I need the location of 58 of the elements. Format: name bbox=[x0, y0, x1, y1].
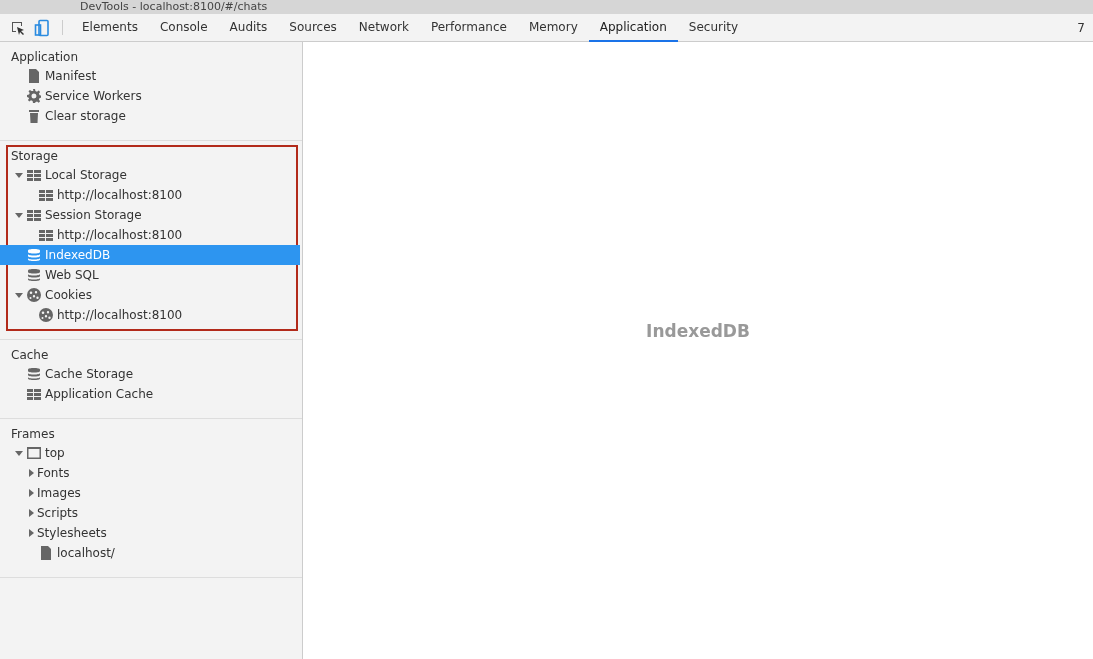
device-icon[interactable] bbox=[34, 18, 50, 37]
caret-icon[interactable] bbox=[15, 171, 23, 179]
caret-icon[interactable] bbox=[27, 529, 35, 537]
caret-icon[interactable] bbox=[27, 489, 35, 497]
counter: 7 bbox=[1077, 20, 1085, 35]
database-icon bbox=[27, 367, 41, 381]
caret-icon[interactable] bbox=[27, 509, 35, 517]
tree-item[interactable]: Session Storage bbox=[0, 205, 300, 225]
tree-item[interactable]: Images bbox=[0, 483, 300, 503]
empty-view-title: IndexedDB bbox=[646, 320, 750, 341]
section-title: Application bbox=[10, 49, 80, 66]
section-title: Storage bbox=[10, 148, 59, 165]
tree-item[interactable]: Local Storage bbox=[0, 165, 300, 185]
caret-icon[interactable] bbox=[15, 449, 23, 457]
panel-tab[interactable]: Audits bbox=[218, 14, 279, 42]
tree-item[interactable]: Fonts bbox=[0, 463, 300, 483]
tree-item[interactable]: top bbox=[0, 443, 300, 463]
tree-item[interactable]: http://localhost:8100 bbox=[0, 305, 300, 325]
cookie-icon bbox=[27, 288, 41, 302]
panel-tab[interactable]: Security bbox=[677, 14, 750, 42]
grid-icon bbox=[39, 228, 53, 242]
caret-icon[interactable] bbox=[15, 211, 23, 219]
tree-item[interactable]: Cookies bbox=[0, 285, 300, 305]
document-icon bbox=[27, 69, 41, 83]
grid-icon bbox=[27, 168, 41, 182]
tree-item[interactable]: Web SQL bbox=[0, 265, 300, 285]
caret-icon[interactable] bbox=[15, 291, 23, 299]
section-title: Cache bbox=[10, 347, 50, 364]
section-title: Frames bbox=[10, 426, 56, 443]
tree-item[interactable]: Application Cache bbox=[0, 384, 300, 404]
tree-item[interactable]: Cache Storage bbox=[0, 364, 300, 384]
grid-icon bbox=[39, 188, 53, 202]
frame-icon bbox=[27, 446, 41, 460]
tree-item[interactable]: Clear storage bbox=[0, 106, 300, 126]
tree-item[interactable]: Manifest bbox=[0, 66, 300, 86]
panel-tab[interactable]: Sources bbox=[278, 14, 348, 42]
tree-item[interactable]: Stylesheets bbox=[0, 523, 300, 543]
window-title: DevTools - localhost:8100/#/chats bbox=[80, 1, 268, 13]
document-icon bbox=[39, 546, 53, 560]
tree-item[interactable]: http://localhost:8100 bbox=[0, 185, 300, 205]
panel-tab[interactable]: Network bbox=[347, 14, 420, 42]
tree-item[interactable]: Scripts bbox=[0, 503, 300, 523]
tree-item[interactable]: Service Workers bbox=[0, 86, 300, 106]
inspect-icon[interactable] bbox=[10, 19, 26, 36]
grid-icon bbox=[27, 387, 41, 401]
caret-icon[interactable] bbox=[27, 469, 35, 477]
database-icon bbox=[27, 248, 41, 262]
panel-tab[interactable]: Elements bbox=[71, 14, 149, 42]
panel-tab[interactable]: Memory bbox=[517, 14, 589, 42]
tree-item[interactable]: http://localhost:8100 bbox=[0, 225, 300, 245]
tree-item[interactable]: localhost/ bbox=[0, 543, 300, 563]
cookie-icon bbox=[39, 308, 53, 322]
panel-tab[interactable]: Console bbox=[148, 14, 219, 42]
gear-icon bbox=[27, 89, 41, 103]
database-icon bbox=[27, 268, 41, 282]
panel-tab[interactable]: Performance bbox=[419, 14, 518, 42]
trash-icon bbox=[27, 109, 41, 123]
grid-icon bbox=[27, 208, 41, 222]
